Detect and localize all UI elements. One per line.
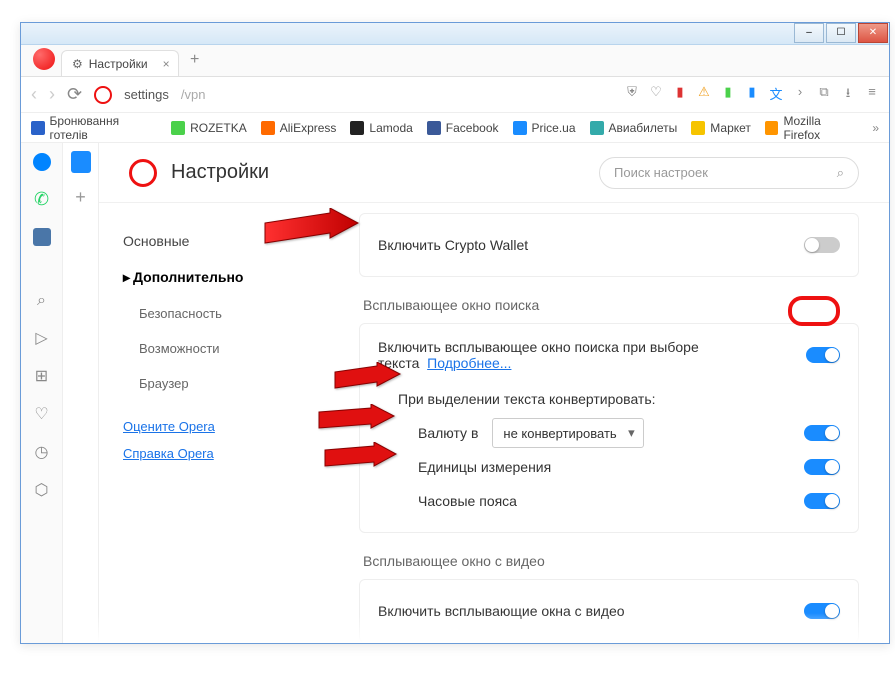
annotation-arrow [260,208,360,263]
timezones-label: Часовые пояса [418,493,517,509]
address-host[interactable]: settings [124,87,169,102]
browser-window: – ☐ ✕ ⚙ Настройки × + ‹ › ⟳ settings /vp… [20,22,890,644]
settings-nav: Основные ▸Дополнительно Безопасность Воз… [99,203,349,643]
ext2-icon[interactable]: ▮ [745,84,759,106]
screenshot-icon[interactable]: ⧉ [817,84,831,106]
translate-tab-icon[interactable] [71,151,91,173]
nav-reload-button[interactable]: ⟳ [67,84,82,105]
settings-subrail: + [63,143,99,643]
shield-icon[interactable]: ⛨ [625,84,639,106]
messenger-icon[interactable] [33,153,51,171]
bookmark-item[interactable]: Mozilla Firefox [765,114,858,142]
bookmark-item[interactable]: Авиабилеты [590,121,678,135]
tab-label: Настройки [89,57,148,71]
address-bar: ‹ › ⟳ settings /vpn ⛨ ♡ ▮ ⚠ ▮ ▮ 文 › ⧉ ⭳ … [21,77,889,113]
bookmark-item[interactable]: ROZETKA [171,121,247,135]
nav-back-button[interactable]: ‹ [31,84,37,105]
download-icon[interactable]: ⭳ [841,84,855,106]
search-icon: ⌕ [837,165,844,181]
extensions-icon[interactable]: ⬡ [35,480,49,500]
nav-advanced[interactable]: ▸Дополнительно [99,259,349,296]
tab-strip: ⚙ Настройки × + [21,45,889,77]
convert-on-select-label: При выделении текста конвертировать: [398,391,656,407]
bookmark-item[interactable]: Facebook [427,121,499,135]
page-title: Настройки [171,161,585,184]
video-popup-card: Включить всплывающие окна с видео [359,579,859,643]
currency-dropdown[interactable]: не конвертировать [492,418,643,448]
search-popup-toggle[interactable] [806,347,840,363]
add-workspace-button[interactable]: + [75,187,86,208]
search-popup-card: Включить всплывающее окно поиска при выб… [359,323,859,533]
settings-content: Включить Crypto Wallet Всплывающее окно … [349,203,889,643]
badge-icon[interactable]: ▮ [673,84,687,106]
window-maximize-button[interactable]: ☐ [826,23,856,43]
translate-icon[interactable]: 文 [769,84,783,106]
ext1-icon[interactable]: ▮ [721,84,735,106]
nav-forward-button[interactable]: › [49,84,55,105]
opera-menu-button[interactable] [33,48,55,70]
history-icon[interactable]: ◷ [35,442,49,462]
vk-icon[interactable] [33,228,51,246]
tab-settings[interactable]: ⚙ Настройки × [61,50,179,76]
currency-label: Валюту в [418,425,478,441]
bookmark-item[interactable]: AliExpress [261,121,337,135]
window-titlebar: – ☐ ✕ [21,23,889,45]
units-label: Единицы измерения [418,459,551,475]
crypto-wallet-card: Включить Crypto Wallet [359,213,859,277]
bookmarks-overflow-button[interactable]: » [872,121,879,135]
bookmark-item[interactable]: Маркет [691,121,751,135]
nav-help-opera[interactable]: Справка Opera [99,440,349,467]
chevron-right-icon[interactable]: › [793,84,807,106]
video-popup-enable-label: Включить всплывающие окна с видео [378,603,625,619]
search-icon[interactable]: ⌕ [37,292,46,310]
annotation-arrow [322,442,398,483]
highlight-ring [788,296,840,326]
nav-features[interactable]: Возможности [99,331,349,366]
crypto-wallet-label: Включить Crypto Wallet [378,237,528,253]
heart-rail-icon[interactable]: ♡ [34,404,48,424]
settings-search-input[interactable]: Поиск настроек ⌕ [599,157,859,189]
nav-rate-opera[interactable]: Оцените Opera [99,413,349,440]
bookmarks-bar: Бронювання готелів ROZETKA AliExpress La… [21,113,889,143]
easysetup-icon[interactable]: ≡ [865,84,879,106]
video-popup-toggle[interactable] [804,603,840,619]
search-popup-section-title: Всплывающее окно поиска [363,297,859,313]
timezones-toggle[interactable] [804,493,840,509]
address-path[interactable]: /vpn [181,87,206,102]
toolbar-icons: ⛨ ♡ ▮ ⚠ ▮ ▮ 文 › ⧉ ⭳ ≡ [625,84,879,106]
heart-icon[interactable]: ♡ [649,84,663,106]
search-popup-learnmore-link[interactable]: Подробнее... [427,355,511,371]
opera-logo-icon [129,159,157,187]
bookmark-item[interactable]: Price.ua [513,121,576,135]
gear-icon: ⚙ [72,57,83,71]
warning-icon[interactable]: ⚠ [697,84,711,106]
crypto-wallet-toggle[interactable] [804,237,840,253]
search-popup-enable-label: Включить всплывающее окно поиска при выб… [378,339,806,371]
window-close-button[interactable]: ✕ [858,23,888,43]
new-tab-button[interactable]: + [185,51,205,71]
video-popup-section-title: Всплывающее окно с видео [363,553,859,569]
nav-security[interactable]: Безопасность [99,296,349,331]
whatsapp-icon[interactable]: ✆ [34,189,49,210]
currency-toggle[interactable] [804,425,840,441]
bookmark-item[interactable]: Бронювання готелів [31,114,157,142]
annotation-arrow [316,404,396,445]
annotation-arrow [332,362,402,403]
tab-close-icon[interactable]: × [163,57,170,71]
bookmark-item[interactable]: Lamoda [350,121,412,135]
settings-header: Настройки Поиск настроек ⌕ [99,143,889,203]
units-toggle[interactable] [804,459,840,475]
speeddial-icon[interactable]: ⊞ [35,366,48,386]
window-minimize-button[interactable]: – [794,23,824,43]
nav-browser[interactable]: Браузер [99,366,349,401]
flow-icon[interactable]: ▷ [35,328,47,348]
browser-sidebar: ✆ ⌕ ▷ ⊞ ♡ ◷ ⬡ [21,143,63,643]
opera-scheme-icon [94,86,112,104]
